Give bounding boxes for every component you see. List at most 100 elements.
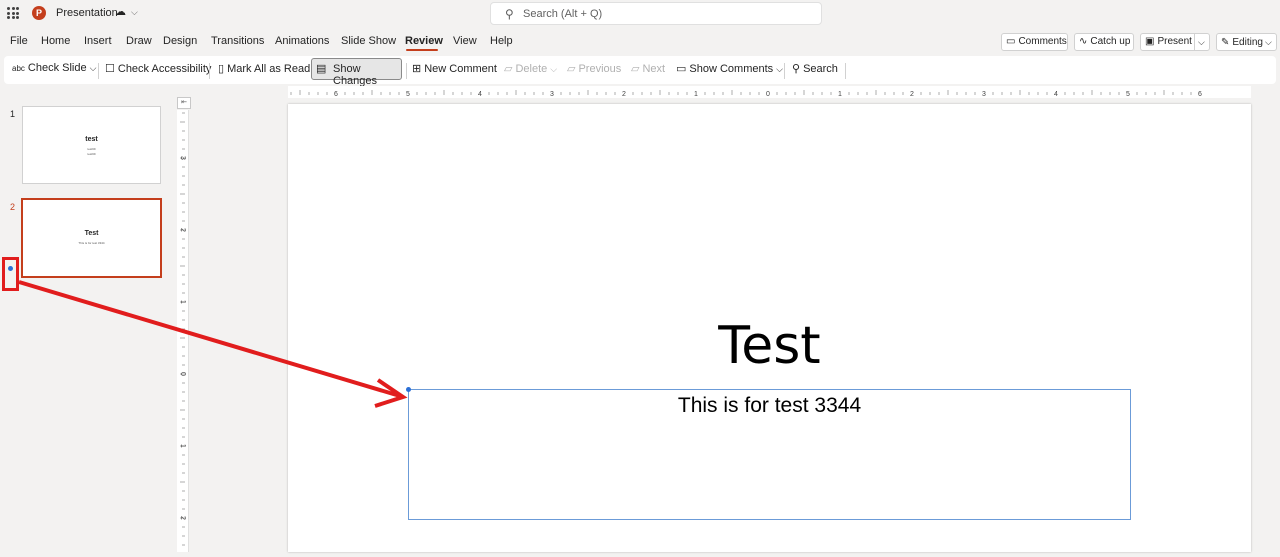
cloud-sync-icon[interactable]: ☁ xyxy=(115,5,126,18)
ruler-label: 2 xyxy=(622,91,626,98)
mark-read-icon: ▯ xyxy=(218,63,225,75)
present-chevron-down-icon[interactable]: ⌵ xyxy=(1198,34,1205,50)
ruler-label: 2 xyxy=(179,516,186,520)
present-button[interactable]: ▣ Present ⌵ xyxy=(1140,33,1210,51)
powerpoint-logo: P xyxy=(32,6,46,20)
ruler-label: 1 xyxy=(838,91,842,98)
mark-all-read-button[interactable]: ▯ Mark All as Read xyxy=(218,62,310,75)
new-comment-button[interactable]: ⊞ New Comment xyxy=(412,62,497,75)
next-label: Next xyxy=(642,63,666,75)
slide-body-textbox[interactable]: This is for test 3344 xyxy=(406,387,1131,520)
present-label: Present xyxy=(1157,36,1192,47)
slide-body-text[interactable]: This is for test 3344 xyxy=(409,394,1130,418)
annotation-highlight-box xyxy=(2,257,19,291)
title-bar: P Presentation ☁ ⌵ ⚲ Search (Alt + Q) xyxy=(0,0,1280,28)
collapse-panel-icon[interactable]: ⇤ xyxy=(177,97,191,109)
horizontal-ruler: 6 5 4 3 2 1 0 1 2 3 4 5 6 xyxy=(288,86,1251,98)
mark-all-read-label: Mark All as Read xyxy=(227,63,311,75)
ribbon-tabs: File Home Insert Draw Design Transitions… xyxy=(0,32,1000,54)
vertical-ruler-ticks: 3 2 1 0 1 2 xyxy=(179,112,186,546)
editing-label: Editing xyxy=(1232,37,1263,48)
tab-view[interactable]: View xyxy=(453,35,477,47)
catch-up-label: Catch up xyxy=(1090,36,1131,47)
ruler-label: 6 xyxy=(334,91,338,98)
comments-button[interactable]: ▭ Comments xyxy=(1001,33,1068,51)
ribbon-divider xyxy=(98,63,99,79)
previous-comment-button[interactable]: ▱ Previous xyxy=(567,62,621,75)
tab-help[interactable]: Help xyxy=(490,35,513,47)
tab-insert[interactable]: Insert xyxy=(84,35,112,47)
thumbnail-title: test xyxy=(85,136,98,143)
check-slide-button[interactable]: abc Check Slide ⌵ xyxy=(12,62,96,74)
ruler-label: 1 xyxy=(179,300,186,304)
tab-draw[interactable]: Draw xyxy=(126,35,152,47)
ruler-label: 3 xyxy=(179,156,186,160)
show-changes-icon: ▤ xyxy=(316,63,327,75)
search-ribbon-button[interactable]: ⚲ Search xyxy=(792,62,838,75)
show-comments-label: Show Comments xyxy=(689,63,774,75)
search-box[interactable]: ⚲ Search (Alt + Q) xyxy=(490,2,822,25)
next-comment-icon: ▱ xyxy=(631,63,640,75)
comment-icon: ▭ xyxy=(1006,36,1016,47)
delete-label: Delete xyxy=(515,63,548,75)
ruler-label: 4 xyxy=(1054,91,1058,98)
slide-number: 2 xyxy=(10,202,16,212)
slide-thumbnail-1[interactable]: test test69 test69 xyxy=(22,106,161,184)
spellcheck-icon: abc xyxy=(12,64,25,73)
slide-thumbnail-2[interactable]: Test This is for test 3344 xyxy=(21,198,162,278)
ribbon-divider xyxy=(406,63,407,79)
check-slide-label: Check Slide xyxy=(27,62,87,74)
present-split-divider xyxy=(1194,34,1195,50)
app-launcher-icon[interactable] xyxy=(7,7,19,19)
review-ribbon: abc Check Slide ⌵ ☐ Check Accessibility ▯ Ma… xyxy=(4,56,1276,87)
search-icon: ⚲ xyxy=(505,7,514,21)
delete-comment-button[interactable]: ▱ Delete ⌵ xyxy=(504,62,557,75)
ruler-label: 3 xyxy=(982,91,986,98)
search-ribbon-label: Search xyxy=(803,63,838,75)
ruler-label: 1 xyxy=(179,444,186,448)
tab-home[interactable]: Home xyxy=(41,35,70,47)
show-changes-button[interactable]: ▤ Show Changes xyxy=(311,58,402,87)
catch-up-button[interactable]: ∿ Catch up xyxy=(1074,33,1134,51)
slide-title[interactable]: Test xyxy=(288,316,1251,376)
ruler-label: 0 xyxy=(766,91,770,98)
tab-slide-show[interactable]: Slide Show xyxy=(341,35,396,47)
ruler-label: 5 xyxy=(406,91,410,98)
editing-chevron-down-icon: ⌵ xyxy=(1264,37,1272,47)
selection-handle[interactable] xyxy=(406,387,411,392)
editing-mode-button[interactable]: ✎ Editing ⌵ xyxy=(1216,33,1277,51)
thumbnail-title: Test xyxy=(84,230,99,237)
pulse-icon: ∿ xyxy=(1079,36,1088,47)
ribbon-divider xyxy=(209,63,210,79)
title-chevron-down-icon[interactable]: ⌵ xyxy=(131,7,138,18)
active-tab-indicator xyxy=(406,49,438,51)
pencil-icon: ✎ xyxy=(1221,37,1230,48)
new-comment-label: New Comment xyxy=(424,63,497,75)
slide-canvas[interactable]: Test This is for test 3344 xyxy=(288,104,1251,552)
new-comment-icon: ⊞ xyxy=(412,63,422,75)
accessibility-icon: ☐ xyxy=(105,63,115,75)
check-slide-chevron-icon: ⌵ xyxy=(89,63,97,73)
next-comment-button[interactable]: ▱ Next xyxy=(631,62,665,75)
delete-comment-icon: ▱ xyxy=(504,63,513,75)
ruler-label: 1 xyxy=(694,91,698,98)
tab-animations[interactable]: Animations xyxy=(275,35,329,47)
tab-transitions[interactable]: Transitions xyxy=(211,35,264,47)
search-placeholder: Search (Alt + Q) xyxy=(523,8,603,20)
ruler-label: 2 xyxy=(910,91,914,98)
ruler-label: 6 xyxy=(1198,91,1202,98)
ruler-label: 2 xyxy=(179,228,186,232)
horizontal-ruler-ticks: 6 5 4 3 2 1 0 1 2 3 4 5 6 xyxy=(290,90,1202,98)
show-comments-button[interactable]: ▭ Show Comments ⌵ xyxy=(676,62,783,75)
tab-review[interactable]: Review xyxy=(405,35,443,47)
thumbnail-text: test69 xyxy=(87,147,96,151)
ribbon-divider xyxy=(845,63,846,79)
previous-comment-icon: ▱ xyxy=(567,63,576,75)
check-accessibility-button[interactable]: ☐ Check Accessibility xyxy=(105,62,211,75)
document-title[interactable]: Presentation xyxy=(56,7,118,19)
show-comments-chevron-icon: ⌵ xyxy=(776,64,783,74)
tab-design[interactable]: Design xyxy=(163,35,197,47)
comments-label: Comments xyxy=(1018,36,1067,47)
tab-file[interactable]: File xyxy=(10,35,28,47)
ribbon-divider xyxy=(784,63,785,79)
